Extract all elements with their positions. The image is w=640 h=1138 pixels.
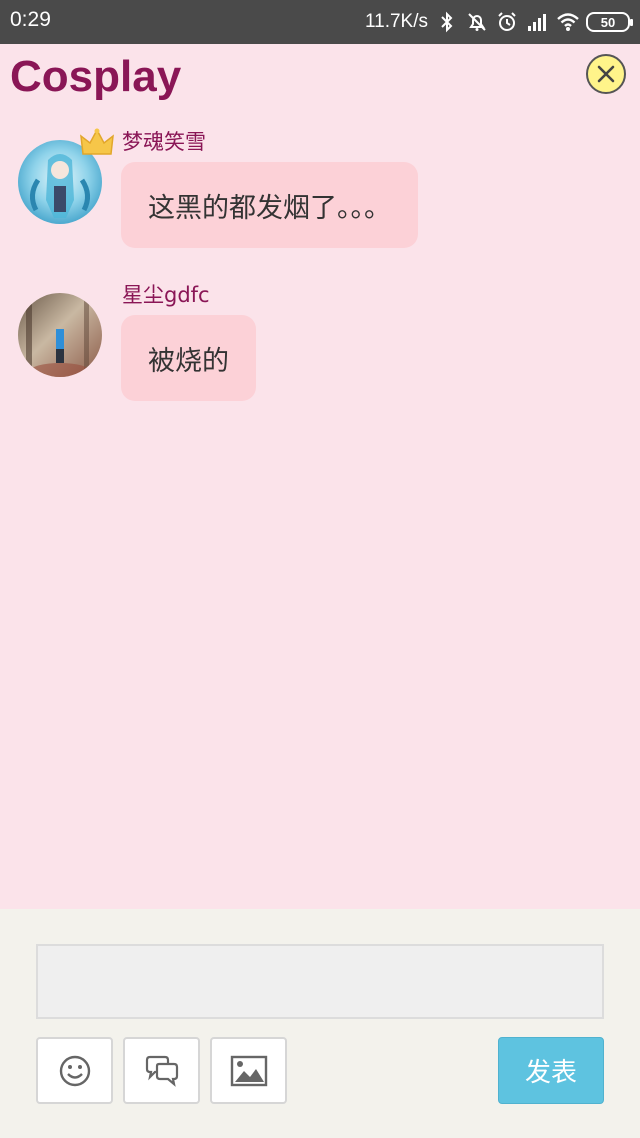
message-username[interactable]: 星尘gdfc [122,279,210,309]
message-bubble: 被烧的 [121,315,256,401]
post-button[interactable]: 发表 [498,1037,604,1104]
chat-bubbles-icon [145,1055,178,1087]
chat-button[interactable] [123,1037,200,1104]
bluetooth-icon [436,11,458,33]
header: Cosplay [0,44,640,114]
emoji-icon [59,1055,90,1086]
status-bar: 0:29 11.7K/s 50 [0,0,640,44]
wifi-icon [556,11,579,33]
crown-icon [80,128,114,158]
network-speed: 11.7K/s [364,11,428,32]
composer: 发表 [0,909,640,1138]
message-username[interactable]: 梦魂笑雪 [122,126,206,156]
message-item: 梦魂笑雪 这黑的都发烟了。。。 [18,126,618,256]
mute-bell-icon [466,11,488,33]
message-bubble: 这黑的都发烟了。。。 [121,162,418,248]
status-icons: 11.7K/s 50 [364,6,633,38]
alarm-icon [496,11,518,33]
battery-icon: 50 [586,12,633,32]
signal-icon [526,11,548,33]
emoji-button[interactable] [36,1037,113,1104]
image-icon [230,1055,267,1086]
message-item: 星尘gdfc 被烧的 [18,279,618,409]
avatar[interactable] [18,293,102,377]
status-time: 0:29 [10,8,51,31]
page-title: Cosplay [10,52,182,101]
close-button[interactable] [586,54,626,94]
comment-input[interactable] [36,944,604,1019]
close-icon [597,65,615,83]
image-button[interactable] [210,1037,287,1104]
